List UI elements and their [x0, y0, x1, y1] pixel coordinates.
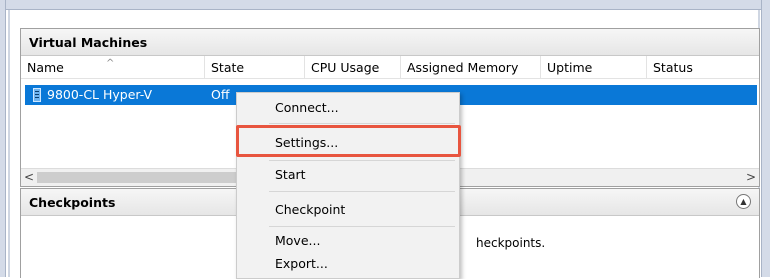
column-headers: Name ^ State CPU Usage Assigned Memory U…: [21, 56, 759, 79]
window-left-border: [0, 0, 6, 277]
menu-item-move[interactable]: Move...: [237, 229, 459, 253]
checkpoints-title: Checkpoints: [29, 194, 116, 210]
menu-item-start[interactable]: Start: [237, 163, 459, 187]
column-header-assigned-memory[interactable]: Assigned Memory: [401, 56, 541, 78]
column-header-name-label: Name: [27, 60, 64, 75]
scroll-right-icon[interactable]: >: [743, 169, 759, 186]
column-header-state[interactable]: State: [205, 56, 305, 78]
menu-separator: [269, 123, 455, 124]
scroll-left-icon[interactable]: <: [21, 169, 37, 186]
column-header-state-label: State: [211, 60, 245, 75]
virtual-machines-title: Virtual Machines: [29, 34, 148, 50]
window-right-border: [761, 0, 770, 277]
scrollbar-thumb[interactable]: [37, 172, 242, 183]
column-header-status[interactable]: Status: [647, 56, 759, 78]
menu-item-connect[interactable]: Connect...: [237, 96, 459, 120]
context-menu: Connect... Settings... Start Checkpoint …: [236, 92, 460, 279]
window-left-inner-border: [8, 10, 10, 277]
column-header-name[interactable]: Name ^: [21, 56, 205, 78]
virtual-machines-header: Virtual Machines: [21, 29, 759, 56]
column-header-uptime[interactable]: Uptime: [541, 56, 647, 78]
column-header-memory-label: Assigned Memory: [407, 60, 519, 75]
vm-name: 9800-CL Hyper-V: [47, 87, 153, 102]
checkpoints-message: heckpoints.: [476, 236, 546, 250]
vm-state: Off: [211, 87, 230, 102]
menu-separator: [269, 191, 455, 192]
column-header-status-label: Status: [653, 60, 693, 75]
virtual-machine-icon: [33, 88, 41, 102]
column-header-cpu-label: CPU Usage: [311, 60, 380, 75]
settings-highlight-box: [236, 125, 461, 157]
collapse-icon[interactable]: ▲: [736, 194, 751, 209]
sort-ascending-icon: ^: [106, 58, 115, 69]
menu-separator: [269, 160, 455, 161]
column-header-uptime-label: Uptime: [547, 60, 593, 75]
window-top-border: [0, 0, 770, 10]
menu-item-checkpoint[interactable]: Checkpoint: [237, 198, 459, 222]
menu-item-export[interactable]: Export...: [237, 252, 459, 276]
menu-separator: [269, 226, 455, 227]
column-header-cpu-usage[interactable]: CPU Usage: [305, 56, 401, 78]
